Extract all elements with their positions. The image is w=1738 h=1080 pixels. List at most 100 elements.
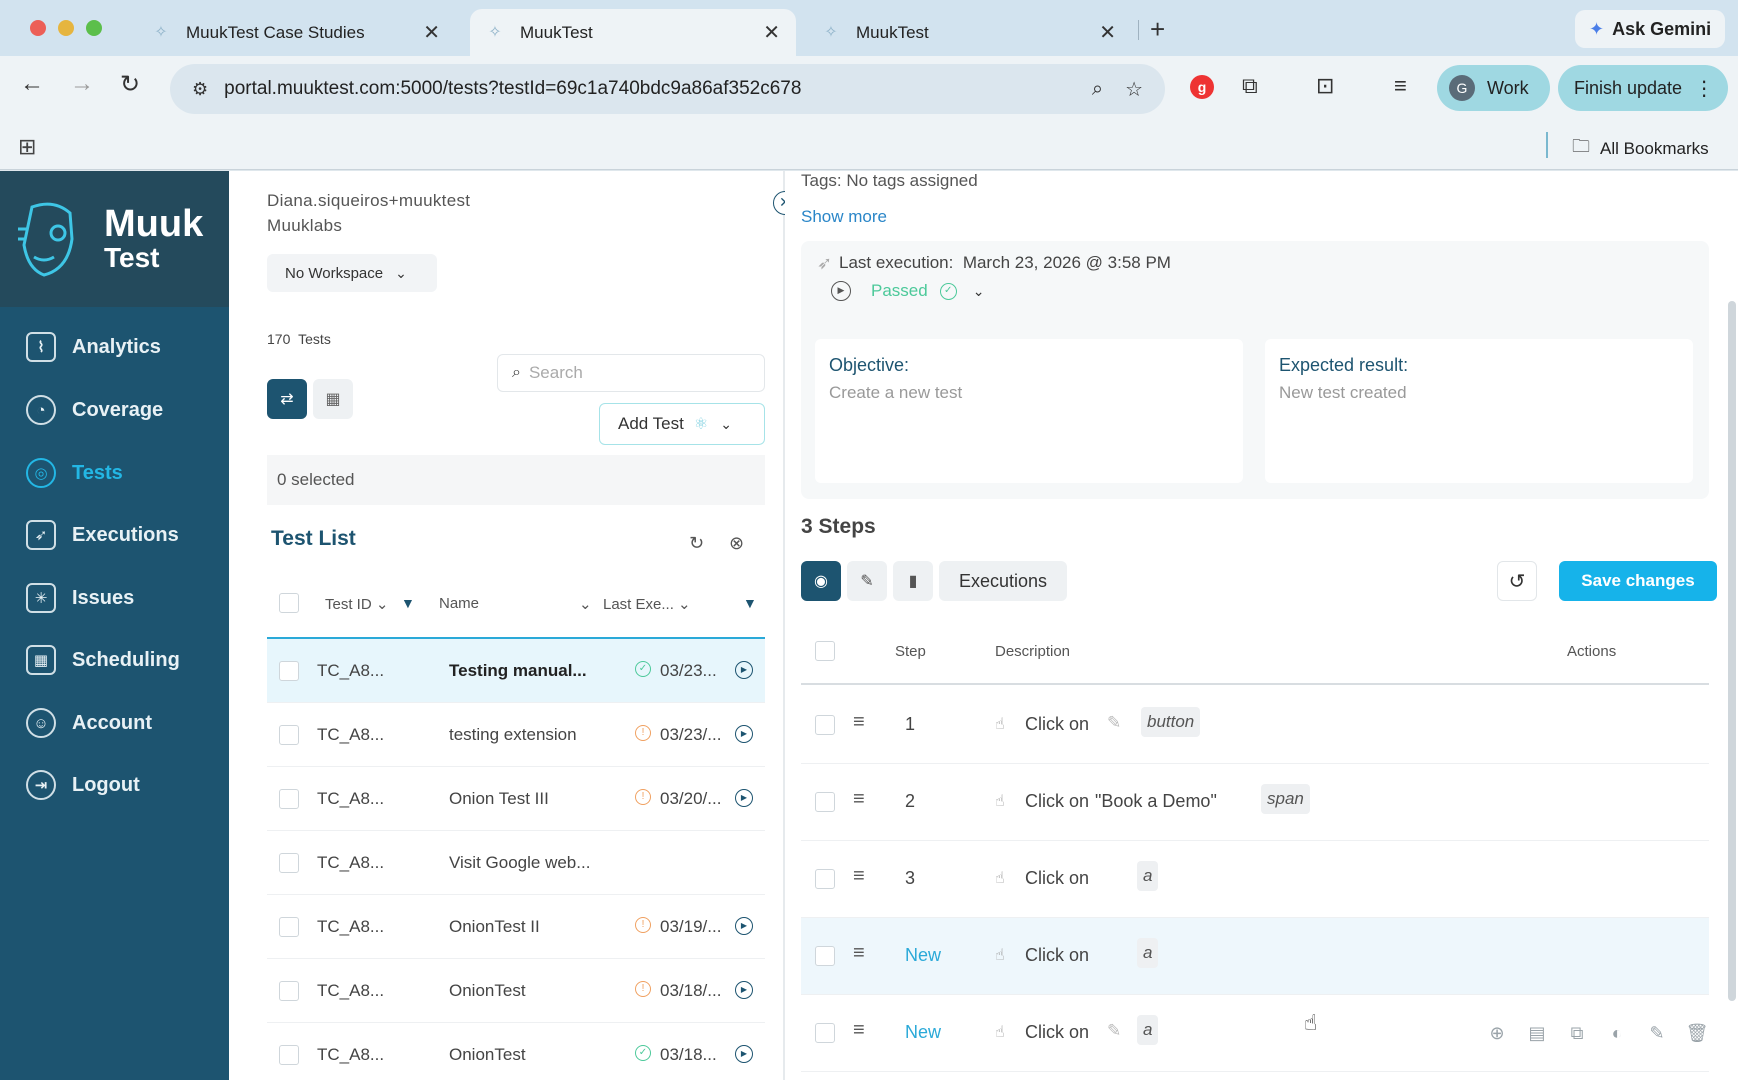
chevron-down-icon[interactable]: ⌄ (973, 283, 985, 300)
column-last-execution[interactable]: Last Exe... ⌄ (603, 595, 691, 613)
row-checkbox[interactable] (279, 661, 299, 681)
logo-area[interactable]: Muuk Test (0, 171, 229, 307)
step-row[interactable]: ≡ New ☝ Click on a (801, 918, 1709, 995)
chevron-down-icon[interactable]: ⌄ (579, 595, 592, 613)
forward-arrow-icon[interactable]: → (70, 70, 94, 98)
edit-icon[interactable]: ✎ (1645, 1021, 1669, 1045)
executions-tab-button[interactable]: Executions (939, 561, 1067, 601)
media-control-icon[interactable]: ≡ (1394, 73, 1407, 99)
table-row[interactable]: TC_A8... OnionTest ✓ 03/18... ▶ (267, 1023, 765, 1080)
bookmark-star-icon[interactable]: ☆ (1125, 77, 1143, 102)
test-name[interactable]: OnionTest (449, 981, 609, 1001)
step-checkbox[interactable] (815, 792, 835, 812)
sidebar-item-analytics[interactable]: ⌇ Analytics (0, 323, 229, 371)
browser-tab-1[interactable]: ✧ MuukTest Case Studies ✕ (136, 9, 456, 56)
grammarly-extension-icon[interactable]: g (1190, 75, 1214, 99)
tab-close-icon[interactable]: ✕ (1099, 20, 1116, 45)
row-checkbox[interactable] (279, 981, 299, 1001)
table-row[interactable]: TC_A8... Testing manual... ✓ 03/23... ▶ (267, 639, 765, 703)
window-close-button[interactable] (30, 20, 46, 36)
window-minimize-button[interactable] (58, 20, 74, 36)
zoom-icon[interactable]: ⌕ (1092, 78, 1103, 101)
browser-tab-3[interactable]: ✧ MuukTest ✕ (806, 9, 1132, 56)
play-icon[interactable]: ▶ (831, 281, 851, 301)
test-name[interactable]: testing extension (449, 725, 609, 745)
all-bookmarks-button[interactable]: 🗀 All Bookmarks (1572, 134, 1709, 164)
play-icon[interactable]: ▶ (735, 917, 753, 935)
apps-grid-icon[interactable]: ⊞ (18, 134, 36, 160)
select-all-checkbox[interactable] (279, 593, 299, 613)
play-icon[interactable]: ▶ (735, 1045, 753, 1063)
new-tab-button[interactable]: + (1150, 14, 1165, 45)
steps-mode-button[interactable]: ◉ (801, 561, 841, 601)
tab-close-icon[interactable]: ✕ (763, 20, 780, 45)
drag-handle-icon[interactable]: ≡ (853, 711, 865, 734)
flow-view-button[interactable]: ⇄ (267, 379, 307, 419)
trash-icon[interactable]: 🗑 (1685, 1021, 1709, 1045)
drag-handle-icon[interactable]: ≡ (853, 1019, 865, 1042)
table-row[interactable]: TC_A8... OnionTest! 03/18/... ▶ (267, 959, 765, 1023)
detail-scrollbar[interactable] (1728, 301, 1736, 1001)
filter-icon[interactable]: ▼ (401, 595, 415, 611)
test-name[interactable]: Onion Test III (449, 789, 609, 809)
workspace-dropdown[interactable]: No Workspace ⌄ (267, 254, 437, 292)
test-name[interactable]: OnionTest (449, 1045, 609, 1065)
table-row[interactable]: TC_A8... Visit Google web... (267, 831, 765, 895)
table-row[interactable]: TC_A8... testing extension! 03/23/... ▶ (267, 703, 765, 767)
ask-gemini-button[interactable]: ✦ Ask Gemini (1575, 10, 1726, 48)
pencil-icon[interactable]: ✎ (1107, 713, 1121, 733)
sidebar-item-issues[interactable]: ✳ Issues (0, 574, 229, 622)
screenshot-icon[interactable]: ▤ (1525, 1021, 1549, 1045)
url-text[interactable]: portal.muuktest.com:5000/tests?testId=69… (224, 78, 1092, 100)
play-icon[interactable]: ▶ (735, 981, 753, 999)
pencil-icon[interactable]: ✎ (1107, 1021, 1121, 1041)
column-test-id[interactable]: Test ID ⌄ (325, 595, 388, 613)
add-step-icon[interactable]: ⊕ (1485, 1021, 1509, 1045)
address-bar[interactable]: ⚙ portal.muuktest.com:5000/tests?testId=… (170, 64, 1165, 114)
step-row[interactable]: ≡ New ☝ Click on ✎ a ⊕ ▤ ⧉ ◐ ✎ 🗑 (801, 995, 1709, 1072)
window-zoom-button[interactable] (86, 20, 102, 36)
drag-handle-icon[interactable]: ≡ (853, 942, 865, 965)
extensions-puzzle-icon[interactable]: ⧉ (1242, 73, 1258, 99)
sidebar-item-coverage[interactable]: ◔ Coverage (0, 386, 229, 434)
site-info-icon[interactable]: ⚙ (192, 79, 208, 100)
test-name[interactable]: Visit Google web... (449, 853, 609, 873)
test-name[interactable]: OnionTest II (449, 917, 609, 937)
table-row[interactable]: TC_A8... OnionTest II! 03/19/... ▶ (267, 895, 765, 959)
step-row[interactable]: ≡ 2 ☝ Click on "Book a Demo" span (801, 764, 1709, 841)
drag-handle-icon[interactable]: ≡ (853, 865, 865, 888)
edit-mode-button[interactable]: ✎ (847, 561, 887, 601)
kebab-menu-icon[interactable]: ⋮ (1694, 76, 1714, 101)
execution-status[interactable]: ▶ Passed ✓ ⌄ (831, 281, 984, 301)
step-checkbox[interactable] (815, 1023, 835, 1043)
sidebar-item-tests[interactable]: ◎ Tests (0, 449, 229, 497)
step-row[interactable]: ≡ 3 ☝ Click on a (801, 841, 1709, 918)
profile-button[interactable]: G Work (1437, 65, 1550, 111)
row-checkbox[interactable] (279, 725, 299, 745)
screenshot-mode-button[interactable]: ▮ (893, 561, 933, 601)
sidebar-item-scheduling[interactable]: ▦ Scheduling (0, 636, 229, 684)
refresh-icon[interactable]: ↻ (689, 533, 704, 554)
play-icon[interactable]: ▶ (735, 725, 753, 743)
grid-view-button[interactable]: ▦ (313, 379, 353, 419)
reload-icon[interactable]: ↻ (120, 70, 140, 99)
step-checkbox[interactable] (815, 946, 835, 966)
filter-icon[interactable]: ▼ (743, 595, 757, 611)
sidebar-item-logout[interactable]: ⇥ Logout (0, 761, 229, 809)
drag-handle-icon[interactable]: ≡ (853, 788, 865, 811)
step-checkbox[interactable] (815, 715, 835, 735)
play-icon[interactable]: ▶ (735, 789, 753, 807)
select-all-steps-checkbox[interactable] (815, 641, 835, 661)
back-arrow-icon[interactable]: ← (20, 70, 44, 98)
row-checkbox[interactable] (279, 1045, 299, 1065)
play-icon[interactable]: ▶ (735, 661, 753, 679)
toggle-icon[interactable]: ◐ (1605, 1021, 1629, 1045)
finish-update-button[interactable]: Finish update ⋮ (1558, 65, 1728, 111)
save-changes-button[interactable]: Save changes (1559, 561, 1717, 601)
table-row[interactable]: TC_A8... Onion Test III! 03/20/... ▶ (267, 767, 765, 831)
tab-search-icon[interactable]: ⊡ (1316, 73, 1334, 99)
test-name[interactable]: Testing manual... (449, 661, 609, 681)
copy-icon[interactable]: ⧉ (1565, 1021, 1589, 1045)
row-checkbox[interactable] (279, 917, 299, 937)
column-name[interactable]: Name (439, 595, 479, 612)
